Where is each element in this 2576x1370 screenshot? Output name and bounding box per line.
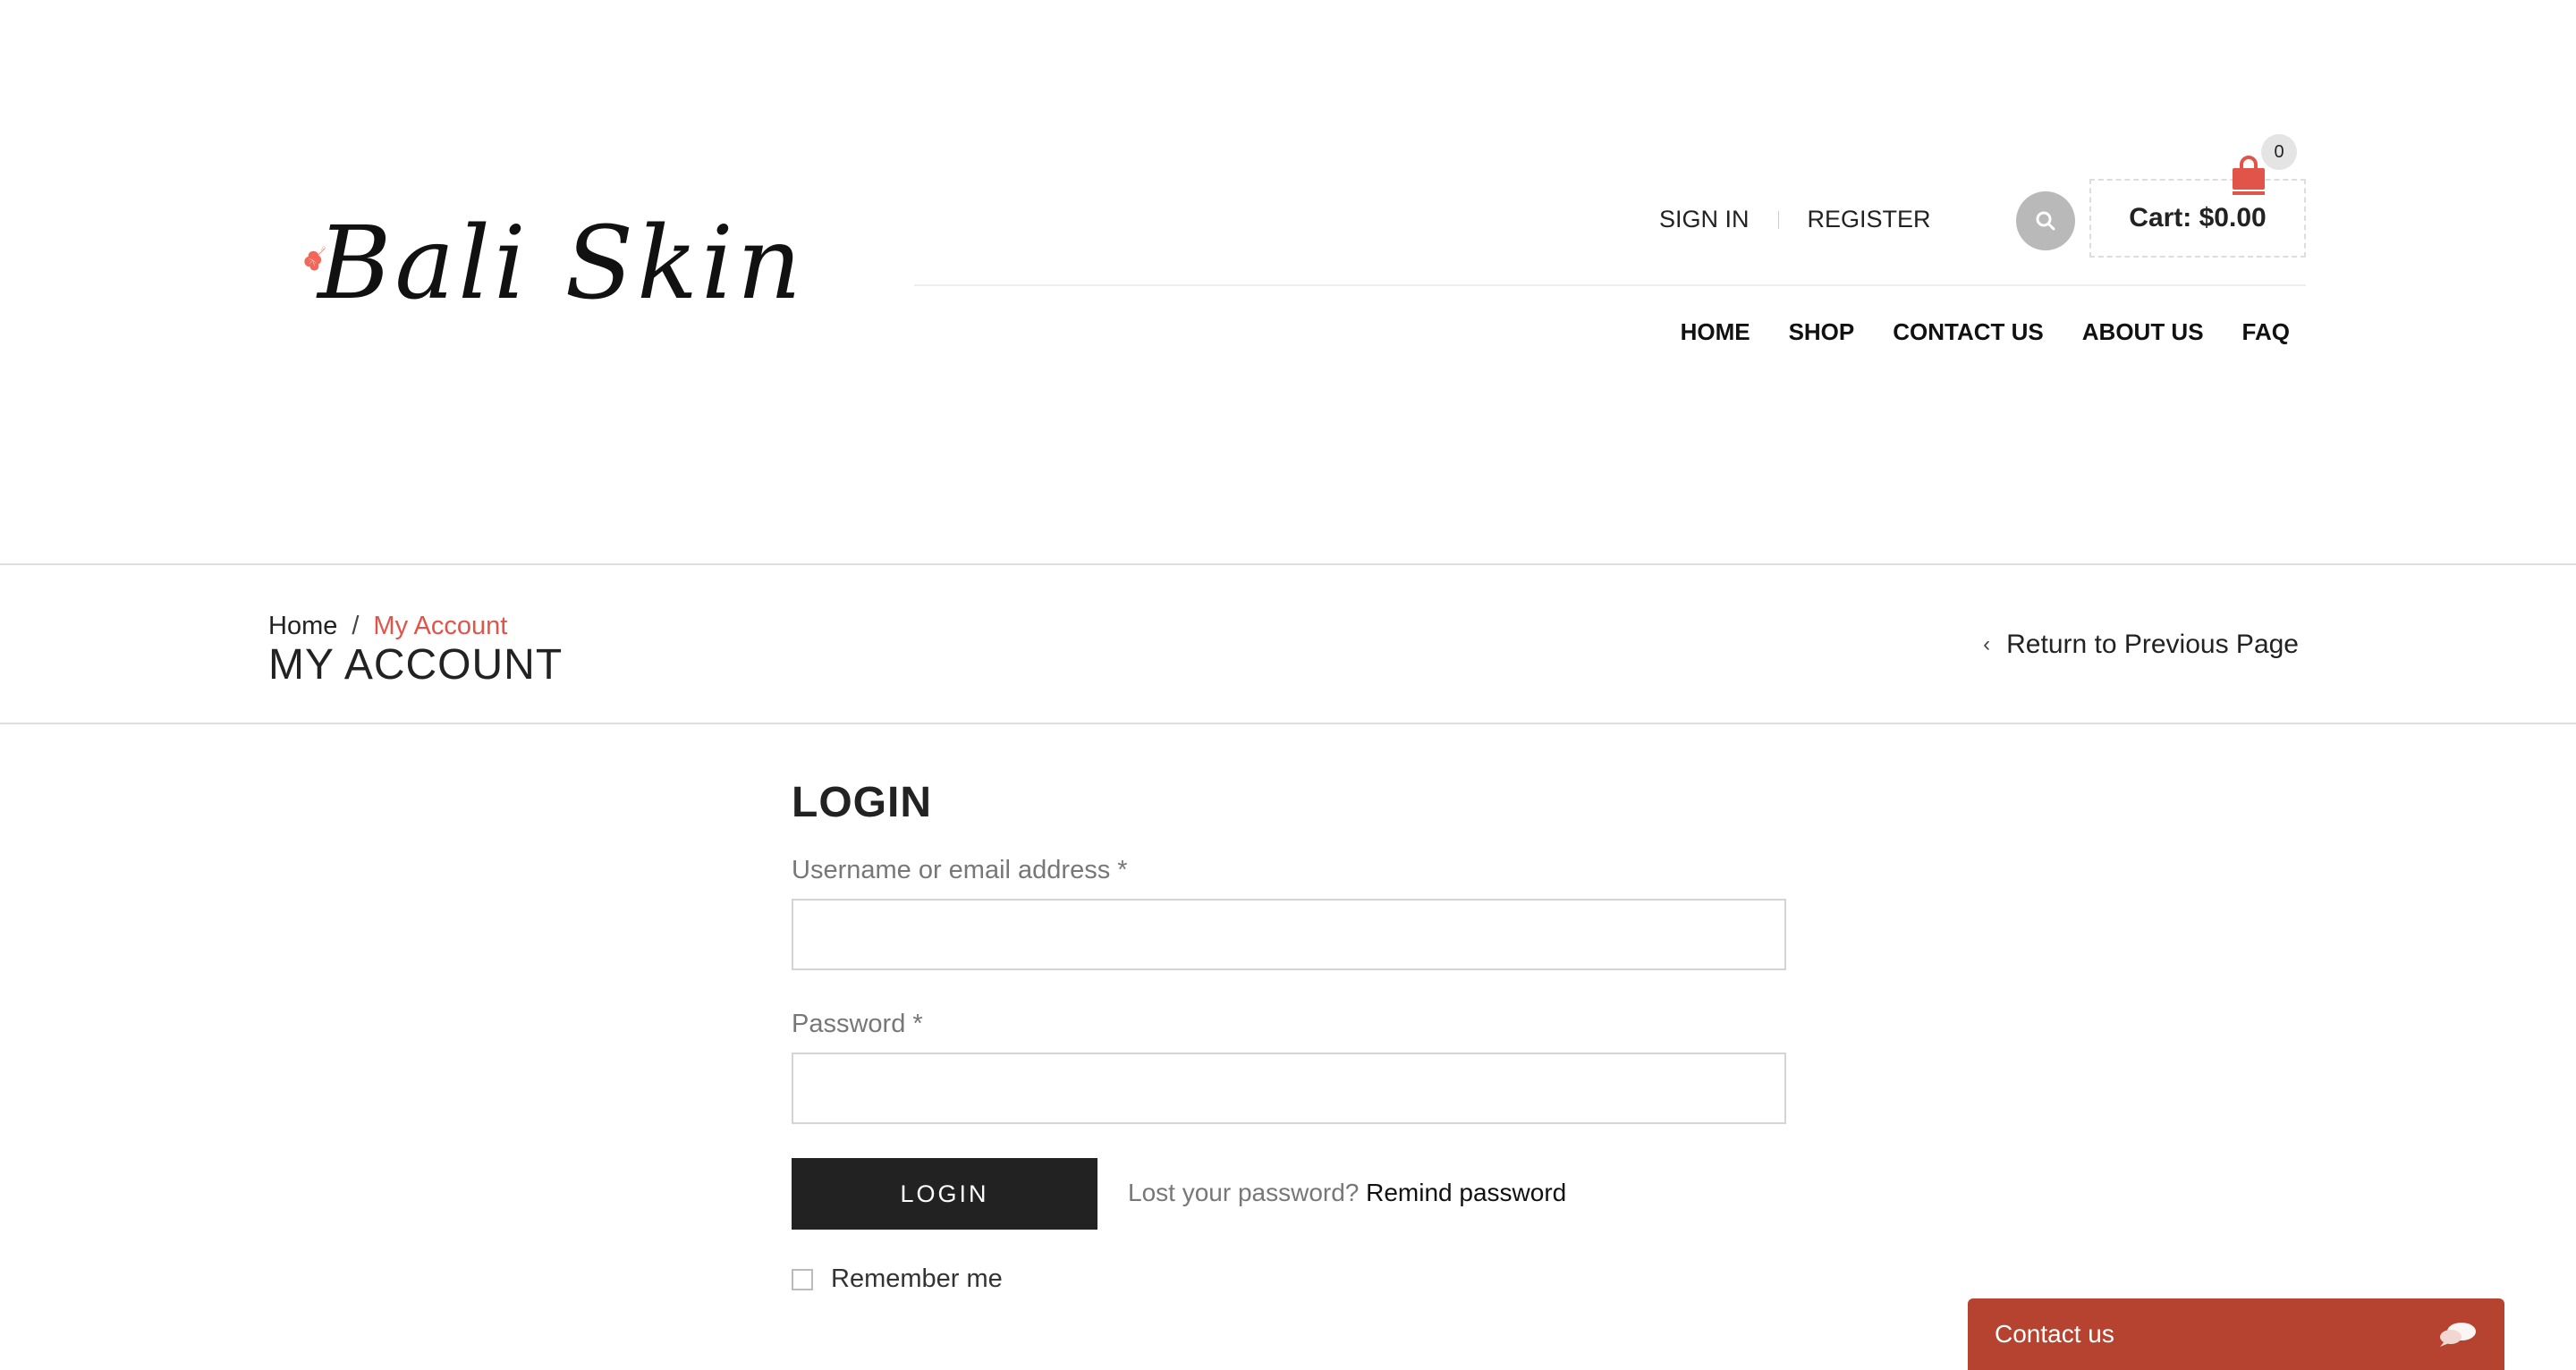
cart-count-badge: 0 [2261, 134, 2297, 170]
remember-me-row: Remember me [792, 1264, 1003, 1294]
page-title-bar: Home / My Account MY ACCOUNT ‹ Return to… [0, 563, 2576, 724]
return-previous-page-link[interactable]: ‹ Return to Previous Page [1983, 630, 2299, 660]
username-label: Username or email address * [792, 856, 1128, 884]
register-link[interactable]: REGISTER [1808, 206, 1931, 233]
nav-home[interactable]: HOME [1681, 318, 1750, 346]
contact-us-label: Contact us [1995, 1320, 2114, 1348]
remind-password-link[interactable]: Remind password [1366, 1179, 1566, 1206]
header-divider [914, 284, 2306, 286]
link-separator [1777, 210, 1779, 229]
breadcrumb-home[interactable]: Home [268, 612, 337, 641]
account-links: SIGN IN REGISTER [1659, 206, 1931, 233]
remember-me-checkbox[interactable] [792, 1268, 813, 1290]
password-label: Password * [792, 1010, 923, 1038]
nav-contact-us[interactable]: CONTACT US [1893, 318, 2044, 346]
remember-me-label[interactable]: Remember me [831, 1264, 1003, 1294]
breadcrumb-current: My Account [373, 612, 508, 640]
page-title: MY ACCOUNT [268, 641, 564, 689]
shopping-bag-icon[interactable] [2231, 156, 2267, 197]
login-button[interactable]: LOGIN [792, 1158, 1097, 1230]
search-button[interactable] [2016, 191, 2075, 250]
lost-password-text: Lost your password? [1128, 1179, 1360, 1206]
username-input[interactable] [792, 899, 1786, 970]
return-link-label: Return to Previous Page [2006, 630, 2299, 659]
lost-password-row: Lost your password? Remind password [1128, 1179, 1566, 1207]
nav-shop[interactable]: SHOP [1789, 318, 1855, 346]
cart-total: Cart: $0.00 [2129, 203, 2267, 233]
nav-about-us[interactable]: ABOUT US [2082, 318, 2204, 346]
contact-us-widget[interactable]: Contact us [1968, 1298, 2504, 1370]
nav-faq[interactable]: FAQ [2242, 318, 2290, 346]
login-heading: LOGIN [792, 779, 932, 826]
chat-bubbles-icon [2440, 1323, 2476, 1347]
logo-text: Bali Skin [318, 206, 805, 322]
main-navigation: HOME SHOP CONTACT US ABOUT US FAQ [1642, 318, 2290, 346]
password-input[interactable] [792, 1053, 1786, 1124]
sign-in-link[interactable]: SIGN IN [1659, 206, 1750, 233]
cart-button[interactable]: Cart: $0.00 [2089, 179, 2306, 258]
breadcrumb: Home / My Account [268, 612, 507, 641]
breadcrumb-separator: / [352, 612, 360, 640]
site-logo[interactable]: Bali Skin [304, 174, 805, 344]
search-icon [2036, 211, 2055, 231]
chevron-left-icon: ‹ [1983, 632, 1991, 656]
